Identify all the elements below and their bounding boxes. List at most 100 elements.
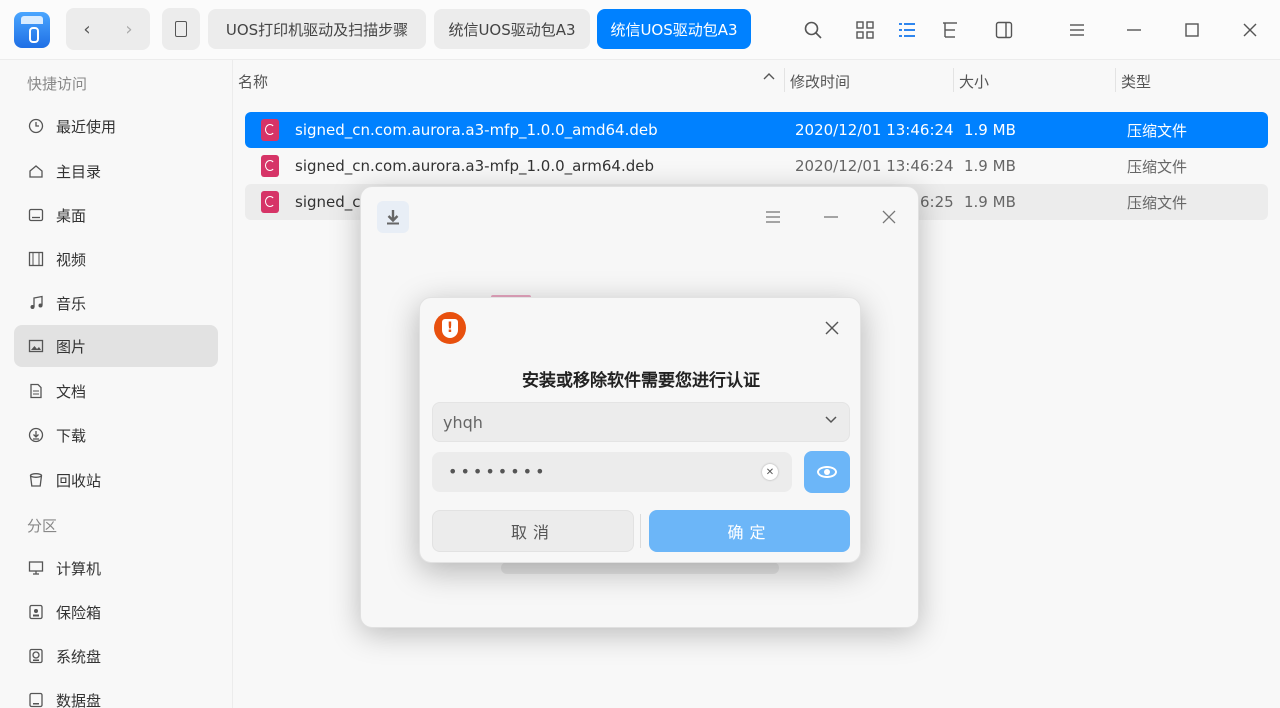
installer-logo-icon xyxy=(377,201,409,233)
authentication-dialog: ! 安装或移除软件需要您进行认证 yhqh •••••••• ✕ 取消 确定 xyxy=(419,297,861,563)
sidebar-item-label: 音乐 xyxy=(56,294,87,313)
column-header-name[interactable]: 名称 xyxy=(238,71,268,92)
sidebar-item-label: 主目录 xyxy=(56,162,102,181)
sidebar-section-partitions: 分区 xyxy=(27,517,58,535)
installer-close-icon[interactable] xyxy=(877,205,901,229)
trash-icon xyxy=(27,471,45,489)
sidebar-item-trash[interactable]: 回收站 xyxy=(14,459,218,501)
confirm-button[interactable]: 确定 xyxy=(649,510,850,552)
column-header-size[interactable]: 大小 xyxy=(959,71,989,92)
sidebar-item-label: 下载 xyxy=(56,426,87,445)
sidebar-item-label: 桌面 xyxy=(56,206,87,225)
minimize-icon[interactable] xyxy=(1121,17,1147,43)
forward-button[interactable]: › xyxy=(108,8,150,50)
chevron-down-icon xyxy=(823,411,839,431)
file-name: signed_c xyxy=(295,193,361,211)
file-type: 压缩文件 xyxy=(1127,157,1188,176)
sidebar-item-documents[interactable]: 文档 xyxy=(14,370,218,412)
document-icon xyxy=(27,382,45,400)
user-select-dropdown[interactable]: yhqh xyxy=(432,402,850,442)
navigation-buttons: ‹ › xyxy=(66,8,150,50)
sidebar-item-label: 保险箱 xyxy=(56,603,102,622)
data-disk-icon xyxy=(27,691,45,708)
sidebar-item-pictures[interactable]: 图片 xyxy=(14,325,218,367)
column-divider xyxy=(784,68,785,92)
sidebar-item-label: 文档 xyxy=(56,382,87,401)
sidebar-item-vault[interactable]: 保险箱 xyxy=(14,591,218,633)
column-header-type[interactable]: 类型 xyxy=(1121,71,1151,92)
file-modified: 2020/12/01 13:46:24 xyxy=(795,157,954,175)
device-button[interactable] xyxy=(162,8,200,50)
close-icon[interactable] xyxy=(1237,17,1263,43)
sidebar-section-quick-access: 快捷访问 xyxy=(27,75,88,93)
password-mask: •••••••• xyxy=(448,462,548,481)
list-view-icon[interactable] xyxy=(894,17,920,43)
sidebar: 快捷访问 最近使用 主目录 桌面 视频 音乐 图片 文档 下载 回收站 分区 计… xyxy=(0,60,233,708)
cancel-button[interactable]: 取消 xyxy=(432,510,634,552)
sidebar-item-label: 系统盘 xyxy=(56,647,102,666)
eye-icon xyxy=(817,466,837,478)
icon-view-icon[interactable] xyxy=(852,17,878,43)
sidebar-item-label: 视频 xyxy=(56,250,87,269)
dialog-close-icon[interactable] xyxy=(822,318,842,338)
sort-ascending-icon[interactable] xyxy=(762,69,776,87)
sidebar-item-downloads[interactable]: 下载 xyxy=(14,414,218,456)
clock-icon xyxy=(27,117,45,135)
sidebar-item-music[interactable]: 音乐 xyxy=(14,282,218,324)
sidebar-item-label: 数据盘 xyxy=(56,691,102,708)
column-divider xyxy=(1115,68,1116,92)
sidebar-item-home[interactable]: 主目录 xyxy=(14,150,218,192)
tree-view-icon[interactable] xyxy=(937,17,963,43)
title-bar: ‹ › UOS打印机驱动及扫描步骤 统信UOS驱动包A3 统信UOS驱动包A3 xyxy=(0,0,1280,60)
dialog-title: 安装或移除软件需要您进行认证 xyxy=(522,371,760,391)
security-shield-icon: ! xyxy=(434,312,466,344)
system-disk-icon xyxy=(27,647,45,665)
music-icon xyxy=(27,294,45,312)
file-manager-logo-icon xyxy=(14,12,50,48)
file-row[interactable]: signed_cn.com.aurora.a3-mfp_1.0.0_amd64.… xyxy=(245,112,1268,148)
video-icon xyxy=(27,250,45,268)
password-field[interactable]: •••••••• ✕ xyxy=(432,452,792,492)
installer-minimize-icon[interactable] xyxy=(819,205,843,229)
file-modified: 6:25 xyxy=(920,193,954,211)
column-header-modified[interactable]: 修改时间 xyxy=(790,71,850,92)
deb-package-icon xyxy=(261,119,279,141)
file-name: signed_cn.com.aurora.a3-mfp_1.0.0_amd64.… xyxy=(295,121,658,139)
search-icon[interactable] xyxy=(800,17,826,43)
button-divider xyxy=(640,514,641,548)
sidebar-item-label: 回收站 xyxy=(56,471,102,490)
detail-panel-icon[interactable] xyxy=(991,17,1017,43)
computer-icon xyxy=(27,559,45,577)
sidebar-item-computer[interactable]: 计算机 xyxy=(14,547,218,589)
sidebar-item-recent[interactable]: 最近使用 xyxy=(14,105,218,147)
sidebar-item-system-disk[interactable]: 系统盘 xyxy=(14,635,218,677)
breadcrumb-item-2[interactable]: 统信UOS驱动包A3 xyxy=(434,9,590,49)
deb-package-icon xyxy=(261,155,279,177)
breadcrumb-item-current[interactable]: 统信UOS驱动包A3 xyxy=(597,9,751,49)
deb-package-icon xyxy=(261,191,279,213)
back-button[interactable]: ‹ xyxy=(66,8,108,50)
selected-user: yhqh xyxy=(443,413,483,432)
file-name: signed_cn.com.aurora.a3-mfp_1.0.0_arm64.… xyxy=(295,157,654,175)
breadcrumb-item-1[interactable]: UOS打印机驱动及扫描步骤 xyxy=(208,9,426,49)
file-type: 压缩文件 xyxy=(1127,193,1188,212)
picture-icon xyxy=(27,337,45,355)
sidebar-item-label: 图片 xyxy=(56,337,87,356)
toggle-password-visibility-button[interactable] xyxy=(804,451,850,493)
file-size: 1.9 MB xyxy=(964,157,1016,175)
file-modified: 2020/12/01 13:46:24 xyxy=(795,121,954,139)
menu-icon[interactable] xyxy=(1064,17,1090,43)
installer-menu-icon[interactable] xyxy=(761,205,785,229)
column-divider xyxy=(953,68,954,92)
sidebar-item-data-disk[interactable]: 数据盘 xyxy=(14,679,218,708)
file-type: 压缩文件 xyxy=(1127,121,1188,140)
maximize-icon[interactable] xyxy=(1179,17,1205,43)
sidebar-item-videos[interactable]: 视频 xyxy=(14,238,218,280)
sidebar-item-label: 最近使用 xyxy=(56,117,117,136)
sidebar-item-desktop[interactable]: 桌面 xyxy=(14,194,218,236)
file-list-header: 名称 修改时间 大小 类型 xyxy=(234,60,1280,100)
clear-input-icon[interactable]: ✕ xyxy=(762,464,778,480)
file-size: 1.9 MB xyxy=(964,193,1016,211)
file-row[interactable]: signed_cn.com.aurora.a3-mfp_1.0.0_arm64.… xyxy=(245,148,1268,184)
desktop-icon xyxy=(27,206,45,224)
